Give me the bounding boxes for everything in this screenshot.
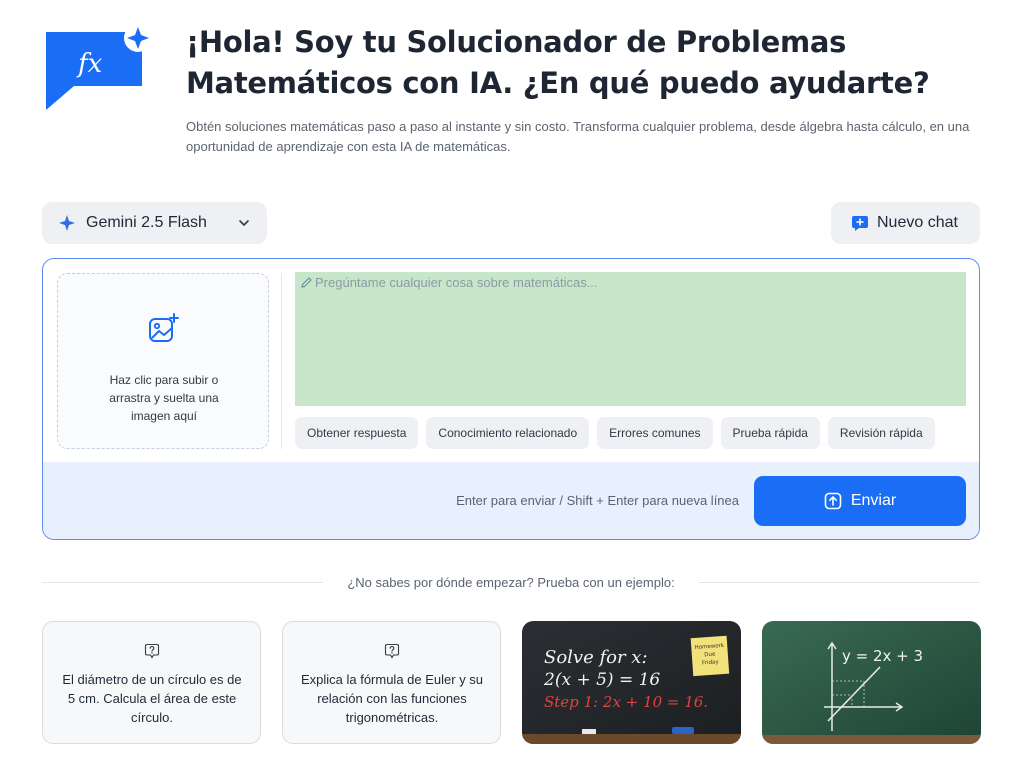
image-add-icon	[149, 313, 179, 342]
logo-text: fx	[76, 49, 103, 79]
graph-equation: y = 2x + 3	[842, 647, 923, 665]
sparkle-icon	[59, 215, 75, 231]
composer-footer: Enter para enviar / Shift + Enter para n…	[43, 462, 979, 539]
page-title: ¡Hola! Soy tu Solucionador de Problemas …	[186, 25, 930, 100]
chip-get-answer[interactable]: Obtener respuesta	[295, 417, 419, 449]
send-arrow-icon	[824, 492, 842, 510]
composer-panel: Haz clic para subir o arrastra y suelta …	[42, 258, 980, 540]
vertical-divider	[281, 273, 282, 449]
image-upload-dropzone[interactable]: Haz clic para subir o arrastra y suelta …	[57, 273, 269, 449]
model-label: Gemini 2.5 Flash	[86, 214, 207, 231]
chip-quick-test[interactable]: Prueba rápida	[720, 417, 820, 449]
svg-text:Friday: Friday	[702, 659, 720, 666]
chip-related-knowledge[interactable]: Conocimiento relacionado	[426, 417, 590, 449]
example-text: Explica la fórmula de Euler y su relació…	[300, 672, 484, 725]
new-chat-label: Nuevo chat	[877, 214, 958, 231]
question-bubble-icon	[384, 643, 400, 659]
chalkboard-image: Solve for x: 2(x + 5) = 16 Step 1: 2x + …	[522, 621, 741, 744]
send-label: Enviar	[850, 492, 897, 509]
svg-text:Due: Due	[704, 652, 716, 659]
chip-common-errors[interactable]: Errores comunes	[597, 417, 713, 449]
green-chalkboard-image: y = 2x + 3	[762, 621, 981, 744]
example-card-chalkboard-equation[interactable]: Solve for x: 2(x + 5) = 16 Step 1: 2x + …	[522, 621, 741, 744]
examples-divider: ¿No sabes por dónde empezar? Prueba con …	[42, 574, 980, 590]
chip-quick-review[interactable]: Revisión rápida	[827, 417, 935, 449]
example-card-chalkboard-graph[interactable]: y = 2x + 3	[762, 621, 981, 744]
quick-actions: Obtener respuesta Conocimiento relaciona…	[295, 417, 935, 449]
question-input[interactable]	[295, 272, 966, 406]
examples-prompt: ¿No sabes por dónde empezar? Prueba con …	[347, 574, 675, 590]
chevron-down-icon	[239, 220, 249, 226]
model-selector-button[interactable]: Gemini 2.5 Flash	[42, 202, 267, 244]
chalk-line-1: Solve for x:	[544, 647, 648, 668]
chat-plus-icon	[852, 216, 868, 231]
keyboard-hint: Enter para enviar / Shift + Enter para n…	[456, 493, 739, 508]
page-subtitle: Obtén soluciones matemáticas paso a paso…	[186, 119, 970, 154]
chalk-line-2: 2(x + 5) = 16	[543, 670, 660, 690]
chalk-line-3: Step 1: 2x + 10 = 16.	[544, 693, 708, 711]
question-bubble-icon	[144, 643, 160, 659]
math-logo-icon: fx	[46, 26, 152, 110]
upload-instructions: Haz clic para subir o arrastra y suelta …	[109, 373, 219, 423]
example-card-euler[interactable]: Explica la fórmula de Euler y su relació…	[282, 621, 501, 744]
example-text: El diámetro de un círculo es de 5 cm. Ca…	[62, 672, 242, 725]
example-card-circle[interactable]: El diámetro de un círculo es de 5 cm. Ca…	[42, 621, 261, 744]
send-button[interactable]: Enviar	[754, 476, 966, 526]
new-chat-button[interactable]: Nuevo chat	[831, 202, 980, 244]
